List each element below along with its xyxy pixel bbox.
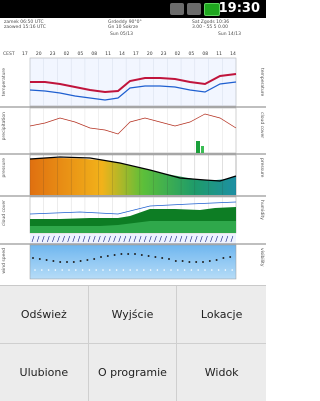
gust-point [109,269,111,271]
wind-point [134,253,136,255]
status-icons [170,2,220,16]
meteogram[interactable]: zamek 06:50 UTC zaowed 15:16 UTC Grdeddy… [0,18,266,282]
wind-point [100,256,102,258]
battery-icon [204,3,220,16]
wind-point [32,257,34,259]
wind-point [52,260,54,262]
wind-point [93,258,95,260]
gust-point [231,269,233,271]
signal-icon [187,3,201,15]
gust-point [211,269,213,271]
gust-point [95,269,97,271]
meteogram-svg [0,18,266,282]
temperature-panel [30,58,236,106]
gust-point [129,269,131,271]
gust-point [75,269,77,271]
menu-item-locations[interactable]: Lokacje [177,286,266,344]
panel-label: pressure [2,158,7,177]
menu-item-refresh[interactable]: Odśwież [0,286,89,344]
notification-icon [170,3,184,15]
wind-panel [30,245,236,279]
gust-point [163,269,165,271]
gust-point [170,269,172,271]
wind-point [188,261,190,263]
wind-point [107,255,109,257]
gust-point [143,269,145,271]
gust-point [41,269,43,271]
options-menu: Odśwież Wyjście Lokacje Ulubione O progr… [0,285,266,401]
wind-point [120,253,122,255]
gust-point [157,269,159,271]
gust-point [89,269,91,271]
gust-point [82,269,84,271]
wind-point [80,260,82,262]
wind-strip [30,234,236,244]
wind-point [114,254,116,256]
wind-point [148,255,150,257]
wind-point [161,257,163,259]
wind-point [59,261,61,263]
status-bar: 19:30 [0,0,266,18]
panel-label: cloud cover [259,112,264,138]
panel-label: temperature [259,68,264,96]
panel-label: precipitation [2,112,7,140]
pressure-panel [30,155,236,195]
wind-point [168,258,170,260]
menu-item-favorites[interactable]: Ulubione [0,344,89,401]
gust-point [184,269,186,271]
wind-point [46,259,48,261]
gust-point [204,269,206,271]
wind-point [222,257,224,259]
precipitation-panel [30,108,236,153]
wind-point [175,260,177,262]
wind-point [127,253,129,255]
gust-point [102,269,104,271]
wind-point [229,256,231,258]
menu-item-about[interactable]: O programie [89,344,178,401]
gust-point [136,269,138,271]
wind-point [202,261,204,263]
panel-label: cloud cover [2,200,7,226]
wind-point [182,260,184,262]
wind-point [141,254,143,256]
gust-point [68,269,70,271]
menu-item-exit[interactable]: Wyjście [89,286,178,344]
gust-point [218,269,220,271]
wind-point [73,261,75,263]
panel-label: visibility [259,248,264,267]
wind-point [86,259,88,261]
gust-point [61,269,63,271]
gust-point [116,269,118,271]
gust-point [191,269,193,271]
status-time: 19:30 [219,1,260,16]
wind-point [66,261,68,263]
panel-label: pressure [259,158,264,177]
gust-point [48,269,50,271]
gust-point [177,269,179,271]
panel-label: wind speed [2,248,7,274]
wind-point [195,261,197,263]
menu-item-view[interactable]: Widok [177,344,266,401]
gust-point [225,269,227,271]
wind-point [39,258,41,260]
panel-label: humidity [259,200,264,220]
gust-point [34,269,36,271]
gust-point [55,269,57,271]
wind-point [216,259,218,261]
wind-point [209,260,211,262]
gust-point [123,269,125,271]
panel-label: temperature [2,68,7,96]
gust-point [197,269,199,271]
cloud-panel [30,197,236,233]
wind-point [154,256,156,258]
gust-point [150,269,152,271]
